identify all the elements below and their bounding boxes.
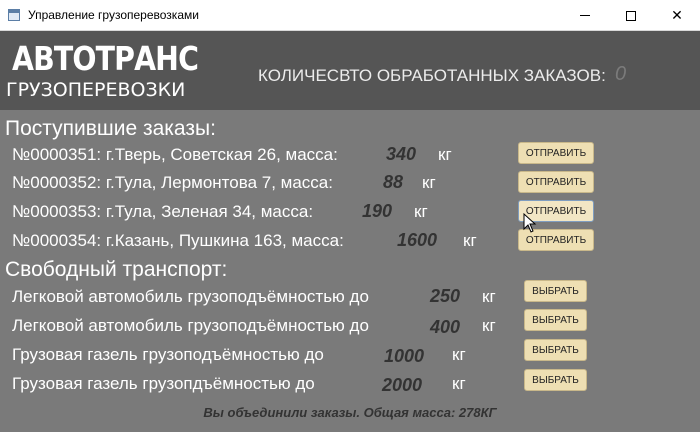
select-transport-button[interactable]: ВЫБРАТЬ — [524, 280, 587, 302]
orders-section-title: Поступившие заказы: — [5, 117, 216, 140]
transport-capacity-unit: кг — [482, 316, 496, 335]
title-bar: Управление грузоперевозками ✕ — [0, 0, 700, 31]
maximize-button[interactable] — [608, 0, 654, 31]
order-description: №0000354: г.Казань, Пушкина 163, масса: — [12, 231, 344, 250]
transport-description: Грузовая газель грузопдъёмностью до — [12, 374, 315, 393]
transport-description: Грузовая газель грузоподъёмностью до — [12, 345, 324, 364]
transport-description: Легковой автомобиль грузоподъёмностью до — [12, 287, 369, 306]
window-title: Управление грузоперевозками — [28, 8, 199, 22]
minimize-icon — [580, 15, 590, 16]
app-window-icon — [8, 9, 20, 21]
header-panel: АВТОТРАНС ГРУЗОПЕРЕВОЗКИ КОЛИЧЕСВТО ОБРА… — [0, 31, 700, 110]
processed-orders-label: КОЛИЧЕСВТО ОБРАБОТАННЫХ ЗАКАЗОВ: — [258, 66, 606, 85]
send-order-button[interactable]: ОТПРАВИТЬ — [518, 171, 594, 193]
transport-capacity: 250 — [430, 286, 461, 306]
transport-capacity: 1000 — [384, 346, 425, 366]
brand-subtitle: ГРУЗОПЕРЕВОЗКИ — [6, 79, 186, 101]
transport-section-title: Свободный транспорт: — [5, 258, 228, 281]
minimize-button[interactable] — [562, 0, 608, 31]
order-mass: 88 — [383, 172, 404, 192]
select-transport-button[interactable]: ВЫБРАТЬ — [524, 309, 587, 331]
transport-capacity-unit: кг — [482, 287, 496, 306]
order-mass-unit: кг — [438, 145, 452, 164]
order-mass: 190 — [362, 201, 393, 221]
select-transport-button[interactable]: ВЫБРАТЬ — [524, 369, 587, 391]
transport-description: Легковой автомобиль грузоподъёмностью до — [12, 316, 369, 335]
order-mass-unit: кг — [422, 173, 436, 192]
send-order-button[interactable]: ОТПРАВИТЬ — [518, 142, 594, 164]
order-mass: 340 — [386, 144, 417, 164]
brand-logo: АВТОТРАНС — [12, 39, 199, 78]
order-description: №0000351: г.Тверь, Советская 26, масса: — [12, 145, 338, 164]
transport-capacity-unit: кг — [452, 345, 466, 364]
transport-capacity: 400 — [430, 317, 461, 337]
maximize-icon — [626, 10, 636, 21]
order-mass: 1600 — [397, 230, 438, 250]
transport-capacity: 2000 — [382, 375, 423, 395]
close-icon: ✕ — [671, 7, 683, 24]
order-mass-unit: кг — [463, 231, 477, 250]
select-transport-button[interactable]: ВЫБРАТЬ — [524, 339, 587, 361]
close-button[interactable]: ✕ — [654, 0, 700, 31]
transport-capacity-unit: кг — [452, 374, 466, 393]
order-description: №0000352: г.Тула, Лермонтова 7, масса: — [12, 173, 333, 192]
status-message: Вы объединили заказы. Общая масса: 278КГ — [203, 405, 497, 420]
order-description: №0000353: г.Тула, Зеленая 34, масса: — [12, 202, 314, 221]
processed-orders-count: 0 — [615, 63, 627, 85]
mouse-cursor-icon — [523, 213, 537, 233]
order-mass-unit: кг — [414, 202, 428, 221]
